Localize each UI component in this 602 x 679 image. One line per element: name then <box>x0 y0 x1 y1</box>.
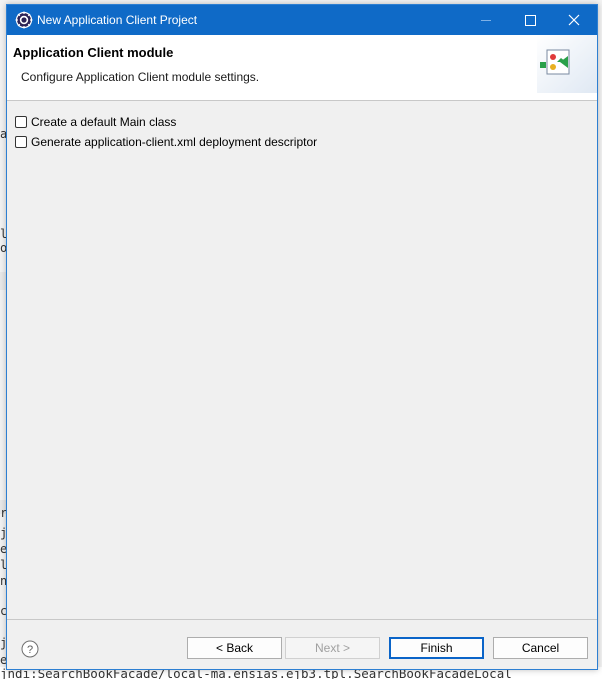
maximize-button[interactable] <box>507 5 553 35</box>
finish-button[interactable]: Finish <box>389 637 484 659</box>
maximize-icon <box>524 14 536 26</box>
window-title: New Application Client Project <box>37 13 198 27</box>
next-button[interactable]: Next > <box>285 637 380 659</box>
create-main-class-checkbox[interactable] <box>15 116 27 128</box>
eclipse-icon <box>15 11 33 29</box>
page-title: Application Client module <box>13 45 174 60</box>
wizard-banner-icon <box>537 35 597 93</box>
help-icon[interactable]: ? <box>21 640 39 658</box>
cancel-button[interactable]: Cancel <box>493 637 588 659</box>
back-button[interactable]: < Back <box>187 637 282 659</box>
options-panel: Create a default Main class Generate app… <box>7 101 597 620</box>
button-bar: ? < Back Next > Finish Cancel <box>7 620 597 669</box>
generate-descriptor-checkbox[interactable] <box>15 136 27 148</box>
option-generate-descriptor[interactable]: Generate application-client.xml deployme… <box>15 134 317 150</box>
close-icon <box>568 14 580 26</box>
generate-descriptor-label[interactable]: Generate application-client.xml deployme… <box>31 135 317 149</box>
page-description: Configure Application Client module sett… <box>21 70 260 84</box>
title-bar[interactable]: New Application Client Project <box>7 5 597 35</box>
create-main-class-label[interactable]: Create a default Main class <box>31 115 176 129</box>
close-button[interactable] <box>551 5 597 35</box>
minimize-button[interactable] <box>463 5 509 35</box>
svg-text:?: ? <box>27 644 33 656</box>
option-create-main-class[interactable]: Create a default Main class <box>15 114 176 130</box>
minimize-icon <box>481 19 491 21</box>
wizard-banner: Application Client module Configure Appl… <box>7 35 597 101</box>
new-project-dialog: New Application Client Project Applicati… <box>6 4 598 670</box>
